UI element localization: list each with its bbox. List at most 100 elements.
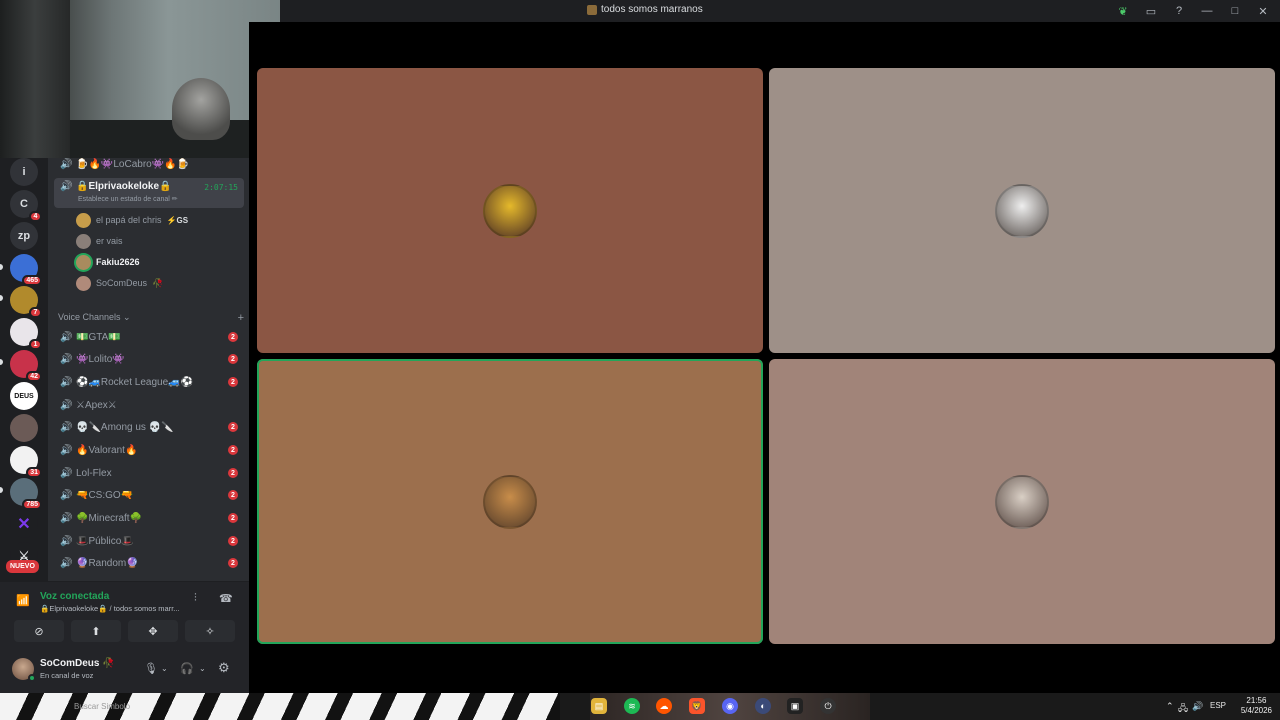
speaker-icon: 🔊 [60,421,73,433]
participant-tile[interactable] [769,68,1275,353]
voice-channel-publico[interactable]: 🔊 🎩Público🎩 2 [54,531,244,551]
screen-share-button[interactable]: ⬆ [71,620,121,642]
system-clock[interactable]: 21:56 5/4/2026 [1241,696,1272,716]
voice-channel-gta[interactable]: 🔊 💵GTA💵 2 [54,327,244,347]
voice-channel-lol-flex[interactable]: 🔊 Lol-Flex 2 [54,463,244,483]
voice-channel-apex[interactable]: 🔊 ⚔Apex⚔ [54,395,244,415]
voice-channel-lolito[interactable]: 🔊 👾Lolito👾 2 [54,349,244,369]
voice-channel-valorant[interactable]: 🔊 🔥Valorant🔥 2 [54,440,244,460]
spotify-icon[interactable]: ≋ [624,698,640,714]
brave-browser-icon[interactable]: 🦁 [689,698,705,714]
voice-channel-path[interactable]: 🔒Elprivaokeloke🔒 / todos somos marr... [40,604,180,613]
chevron-up-icon[interactable]: ⌃ [1166,701,1174,712]
server-deus[interactable]: DEUS [10,382,38,410]
voice-member[interactable]: Fakiu2626 [76,252,140,272]
mention-badge: 4 [29,211,42,222]
voice-channel-minecraft[interactable]: 🔊 🌳Minecraft🌳 2 [54,508,244,528]
close-button[interactable]: ✕ [1252,2,1274,20]
chevron-down-icon[interactable]: ⌄ [161,664,168,673]
server-i[interactable]: i [10,158,38,186]
server-zp[interactable]: zp [10,222,38,250]
soundboard-icon: ✧ [205,625,215,638]
server-avatar[interactable]: 465 [10,254,42,286]
help-icon[interactable]: ? [1168,2,1190,20]
noise-suppression-icon[interactable]: ⫶ [194,592,197,605]
active-channel-name: 🔒Elprivaokeloke🔒 [76,181,172,192]
speaker-icon: 🔊 [60,512,73,524]
unread-badge: 2 [228,490,238,500]
nitro-leaf-icon[interactable]: ❦ [1112,2,1134,20]
server-avatar[interactable]: 42 [10,350,42,382]
call-timer: 2:07:15 [204,183,238,192]
add-channel-icon[interactable]: + [238,312,244,324]
participant-tile[interactable] [769,359,1275,644]
app-icon[interactable]: ◐ [755,698,771,714]
unread-badge: 2 [228,445,238,455]
voice-channel-active[interactable]: 🔊 🔒Elprivaokeloke🔒 2:07:15 Establece un … [54,178,244,208]
taskbar-search[interactable]: Buscar Simbolo [74,702,130,711]
speaker-icon: 🔊 [60,467,73,479]
settings-gear-icon[interactable]: ⚙ [218,660,230,676]
voice-channel-csgo[interactable]: 🔊 🔫CS:GO🔫 2 [54,485,244,505]
voice-member[interactable]: el papá del chris ⚡GS [76,210,188,230]
unread-badge: 2 [228,377,238,387]
server-avatar[interactable]: 1 [10,318,42,350]
avatar [995,183,1049,238]
voice-member[interactable]: SoComDeus 🥀 [76,273,163,293]
voice-member[interactable]: er vais [76,231,123,251]
user-panel: SoComDeus 🥀 En canal de voz 🎙 ⌄ 🎧 ⌄ ⚙ [0,649,249,693]
minimize-button[interactable]: — [1196,2,1218,20]
microphone-icon[interactable]: 🎙 [144,662,158,675]
app-icon[interactable]: ⏻ [820,698,836,714]
avatar [76,212,91,228]
clock-date: 5/4/2026 [1240,706,1272,715]
soundcloud-icon[interactable]: ☁ [656,698,672,714]
server-avatar[interactable]: ✕ [10,510,38,538]
headphones-icon[interactable]: 🎧 [180,662,194,675]
unread-badge: 2 [228,513,238,523]
voice-channel-locabro[interactable]: 🔊 🍺🔥👾LoCabro👾🔥🍺 [54,158,244,174]
avatar [483,183,537,238]
voice-channel-rocket-league[interactable]: 🔊 ⚽🚙Rocket League🚙⚽ 2 [54,372,244,392]
network-icon[interactable]: 🖧 [1178,701,1188,717]
mention-badge: 785 [22,499,42,510]
participant-tile[interactable] [257,359,763,644]
new-badge: NUEVO [6,560,39,573]
avatar [76,233,91,249]
speaker-icon: 🔊 [60,376,73,388]
speaker-icon: 🔊 [60,557,73,569]
maximize-button[interactable]: □ [1224,2,1246,20]
chevron-down-icon[interactable]: ⌄ [199,664,206,673]
webcam-person [172,78,230,140]
username[interactable]: SoComDeus 🥀 [40,658,115,669]
file-explorer-icon[interactable]: ▤ [591,698,607,714]
channel-status[interactable]: Establece un estado de canal ✏ [78,195,178,203]
server-avatar[interactable] [10,414,38,442]
speaker-icon: 🔊 [60,331,73,343]
voice-channels-header[interactable]: Voice Channels ⌄ + [58,312,244,324]
discord-icon[interactable]: ◉ [722,698,738,714]
volume-icon[interactable]: 🔊 [1192,701,1203,712]
activities-button[interactable]: ✥ [128,620,178,642]
server-avatar[interactable]: 785 [10,478,42,510]
participant-tile[interactable] [257,68,763,353]
inbox-icon[interactable]: ▭ [1140,2,1162,20]
voice-channel-random[interactable]: 🔊 🔮Random🔮 2 [54,553,244,573]
voice-channel-among-us[interactable]: 🔊 💀🔪Among us 💀🔪 2 [54,417,244,437]
disconnect-icon[interactable]: ☎ [219,592,233,605]
speaker-icon: 🔊 [60,158,73,170]
system-tray: ⌃ 🖧 🔊 ESP 21:56 5/4/2026 [1160,693,1280,720]
language-indicator[interactable]: ESP [1210,701,1226,710]
activities-icon: ✥ [148,625,158,638]
server-avatar[interactable]: 7 [10,286,42,318]
server-avatar[interactable]: 31 [10,446,42,478]
soundboard-button[interactable]: ✧ [185,620,235,642]
voice-status[interactable]: Voz conectada [40,591,109,602]
user-status: En canal de voz [40,671,94,680]
server-c[interactable]: C4 [10,190,42,222]
signal-icon[interactable]: 📶 [16,594,30,607]
unread-pill [0,264,3,270]
camera-off-button[interactable]: ⊘ [14,620,64,642]
mention-badge: 7 [29,307,42,318]
terminal-icon[interactable]: ▣ [787,698,803,714]
